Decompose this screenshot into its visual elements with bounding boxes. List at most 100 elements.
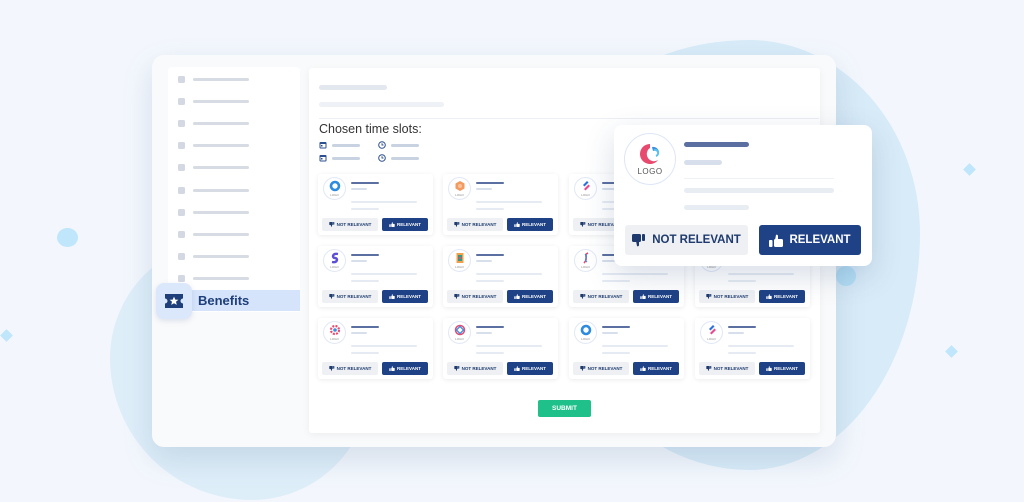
logo-text: LOGO (455, 265, 464, 269)
thumbs-down-icon (328, 294, 334, 299)
decor-diamond (963, 163, 976, 176)
company-name-placeholder (728, 326, 756, 328)
company-subtitle-placeholder (351, 260, 367, 262)
company-logo: LOGO (323, 249, 346, 272)
sidebar-item[interactable] (178, 208, 288, 216)
company-subtitle-placeholder (351, 188, 367, 190)
relevant-label: RELEVANT (648, 294, 672, 299)
not-relevant-button[interactable]: NOT RELEVANT (447, 362, 503, 375)
sidebar-item[interactable] (178, 186, 288, 194)
thumbs-down-icon (632, 233, 646, 246)
description-placeholder (476, 280, 504, 282)
benefits-icon-container[interactable] (156, 283, 192, 319)
sidebar-item-icon (178, 75, 185, 83)
not-relevant-button[interactable]: NOT RELEVANT (322, 290, 378, 303)
company-subtitle-placeholder (351, 332, 367, 334)
sidebar-item[interactable] (178, 230, 288, 238)
not-relevant-button[interactable]: NOT RELEVANT (447, 218, 503, 231)
logo-text: LOGO (637, 167, 663, 176)
hex-orange-logo-icon (455, 181, 464, 191)
decor-dot (57, 228, 78, 247)
description-placeholder (602, 273, 668, 275)
not-relevant-button[interactable]: NOT RELEVANT (322, 362, 378, 375)
not-relevant-label: NOT RELEVANT (713, 366, 749, 371)
sidebar-item[interactable] (178, 275, 288, 283)
thumbs-down-icon (453, 366, 459, 371)
ticket-star-icon (165, 294, 183, 308)
not-relevant-button[interactable]: NOT RELEVANT (573, 362, 629, 375)
clock-icon (378, 154, 386, 162)
company-card-popup: LOGO NOT RELEVANT RELEVANT (614, 125, 872, 266)
description-placeholder (602, 280, 630, 282)
submit-button[interactable]: SUBMIT (538, 400, 591, 417)
company-card: LOGO NOT RELEVANT RELEVANT (318, 174, 433, 235)
description-placeholder (476, 201, 542, 203)
sidebar (168, 67, 300, 312)
swirl-logo-icon (640, 144, 660, 164)
company-card: LOGO NOT RELEVANT RELEVANT (569, 318, 684, 379)
relevant-button[interactable]: RELEVANT (633, 290, 679, 303)
relevant-button[interactable]: RELEVANT (382, 290, 428, 303)
sidebar-item[interactable] (178, 119, 288, 127)
time-placeholder (391, 156, 419, 160)
not-relevant-button[interactable]: NOT RELEVANT (699, 362, 755, 375)
logo-text: LOGO (455, 193, 464, 197)
thumbs-up-icon (766, 294, 772, 299)
relevant-button[interactable]: RELEVANT (507, 218, 553, 231)
thumbs-down-icon (579, 222, 585, 227)
thumbs-down-icon (453, 222, 459, 227)
description-placeholder (476, 352, 504, 354)
sidebar-item[interactable] (178, 97, 288, 105)
not-relevant-button[interactable]: NOT RELEVANT (699, 290, 755, 303)
calendar-icon (319, 142, 327, 149)
company-card: LOGO NOT RELEVANT RELEVANT (443, 246, 558, 307)
sidebar-item-icon (178, 97, 185, 105)
not-relevant-button[interactable]: NOT RELEVANT (625, 225, 748, 255)
company-card: LOGO NOT RELEVANT RELEVANT (695, 318, 810, 379)
relevant-button[interactable]: RELEVANT (507, 290, 553, 303)
company-logo: LOGO (448, 249, 471, 272)
logo-text: LOGO (330, 265, 339, 269)
pattern-square-logo-icon (456, 253, 463, 263)
thumbs-up-icon (640, 294, 646, 299)
sidebar-item[interactable] (178, 164, 288, 172)
relevant-button[interactable]: RELEVANT (633, 362, 679, 375)
logo-text: LOGO (581, 193, 590, 197)
slashes-blue-pink-logo-icon (708, 325, 716, 335)
thumbs-up-icon (514, 222, 520, 227)
sidebar-item-icon (178, 253, 185, 261)
company-subtitle-placeholder (728, 332, 744, 334)
flower-ring-logo-icon (329, 324, 340, 336)
not-relevant-button[interactable]: NOT RELEVANT (447, 290, 503, 303)
sidebar-item[interactable] (178, 75, 288, 83)
relevant-button[interactable]: RELEVANT (759, 362, 805, 375)
description-placeholder (602, 352, 630, 354)
sidebar-item-label-placeholder (193, 255, 249, 259)
thumbs-down-icon (705, 294, 711, 299)
relevant-button[interactable]: RELEVANT (759, 225, 861, 255)
relevant-button[interactable]: RELEVANT (759, 290, 805, 303)
relevant-label: RELEVANT (522, 222, 546, 227)
relevant-label: RELEVANT (648, 366, 672, 371)
s-wave-logo-icon (582, 252, 588, 264)
company-logo: LOGO (574, 249, 597, 272)
sidebar-item-label-placeholder (193, 77, 249, 81)
thumbs-down-icon (579, 294, 585, 299)
diamond-ring-logo-icon (454, 324, 465, 336)
sidebar-item-label-placeholder (193, 232, 249, 236)
sidebar-item-icon (178, 164, 185, 172)
not-relevant-button[interactable]: NOT RELEVANT (322, 218, 378, 231)
relevant-button[interactable]: RELEVANT (382, 362, 428, 375)
sidebar-item-icon (178, 142, 185, 150)
time-slot-row (319, 141, 437, 149)
not-relevant-label: NOT RELEVANT (336, 366, 372, 371)
sidebar-item[interactable] (178, 253, 288, 261)
not-relevant-button[interactable]: NOT RELEVANT (573, 290, 629, 303)
company-subtitle-placeholder (602, 332, 618, 334)
relevant-button[interactable]: RELEVANT (382, 218, 428, 231)
subheading-placeholder (319, 102, 444, 107)
description-placeholder (351, 208, 379, 210)
relevant-button[interactable]: RELEVANT (507, 362, 553, 375)
sidebar-item[interactable] (178, 142, 288, 150)
relevant-label: RELEVANT (789, 234, 851, 246)
